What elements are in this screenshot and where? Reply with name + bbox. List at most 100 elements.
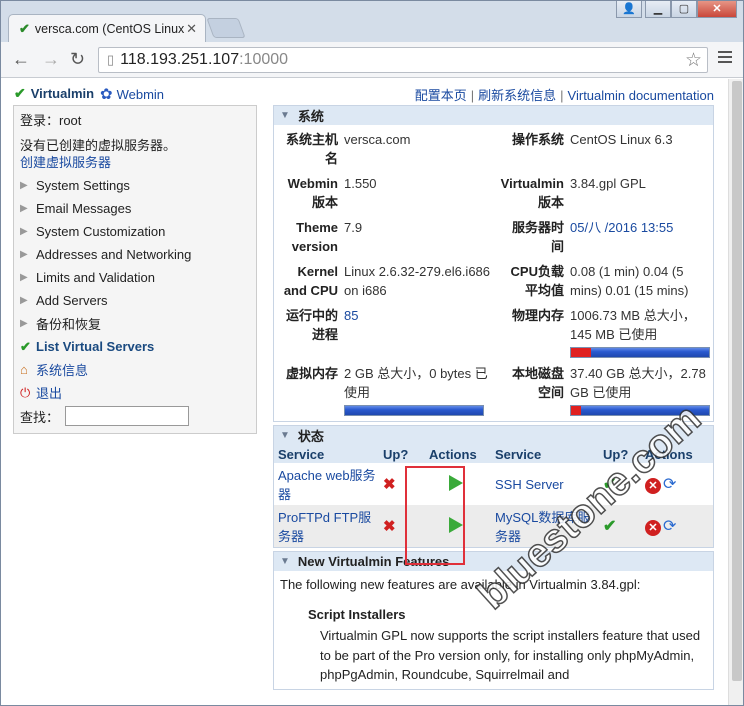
refresh-sysinfo-link[interactable]: 刷新系统信息 <box>478 88 556 103</box>
forward-arrow-icon[interactable]: → <box>42 50 60 68</box>
configure-page-link[interactable]: 配置本页 <box>415 88 467 103</box>
highlight-annotation <box>405 466 465 565</box>
menu-system-settings[interactable]: ▶ System Settings <box>20 174 250 197</box>
swap-usage-bar <box>344 405 484 416</box>
browser-menu-icon[interactable] <box>718 51 732 66</box>
collapse-triangle-icon: ▼ <box>280 556 290 567</box>
browser-titlebar: ✔ versca.com (CentOS Linux ✕ 👤 ▁ ▢ ✕ <box>0 0 744 42</box>
login-info: 登录：root <box>20 113 82 128</box>
page-icon: ▯ <box>107 52 115 67</box>
restart-icon[interactable]: ⟳ <box>663 516 676 536</box>
search-row: 查找： <box>20 406 250 426</box>
bookmark-star-icon[interactable]: ☆ <box>685 49 702 72</box>
menu-limits-validation[interactable]: ▶ Limits and Validation <box>20 266 250 289</box>
cpu-load-value: 0.08 (1 min) 0.04 (5 mins) 0.01 (15 mins… <box>570 264 689 298</box>
menu-label: List Virtual Servers <box>36 339 155 354</box>
chevron-right-icon: ▶ <box>20 318 28 329</box>
os-label: 操作系统 <box>511 132 564 147</box>
back-arrow-icon[interactable]: ← <box>12 50 30 68</box>
restart-icon[interactable]: ⟳ <box>663 474 676 494</box>
processes-link[interactable]: 85 <box>344 308 358 323</box>
search-label: 查找： <box>20 409 60 425</box>
server-time-value: 05/八 /2016 13:55 <box>566 215 714 259</box>
menu-label: Email Messages <box>36 201 132 216</box>
menu-system-customization[interactable]: ▶ System Customization <box>20 220 250 243</box>
service-cell: ProFTPd FTP服务器 <box>274 505 379 547</box>
menu-add-servers[interactable]: ▶ Add Servers <box>20 289 250 312</box>
webmin-version-value: 1.550 <box>344 176 377 191</box>
ssh-service-link[interactable]: SSH Server <box>495 477 564 492</box>
disk-text: 37.40 GB 总大小，2.78 GB 已使用 <box>570 366 706 400</box>
menu-addresses-networking[interactable]: ▶ Addresses and Networking <box>20 243 250 266</box>
minimize-button[interactable]: ▁ <box>645 0 671 18</box>
processes-value: 85 <box>340 303 498 361</box>
close-window-button[interactable]: ✕ <box>697 0 737 18</box>
cpu-load-label: CPU负载平均值 <box>510 264 564 298</box>
documentation-link[interactable]: Virtualmin documentation <box>568 88 714 103</box>
menu-label: Addresses and Networking <box>36 247 192 262</box>
page-scrollbar[interactable] <box>728 79 744 706</box>
stop-icon[interactable]: ✕ <box>645 520 661 536</box>
proftpd-service-link[interactable]: ProFTPd FTP服务器 <box>278 510 371 544</box>
memory-text: 1006.73 MB 总大小，145 MB 已使用 <box>570 308 696 342</box>
menu-label: 退出 <box>36 386 63 401</box>
memory-bar-fill <box>571 348 591 357</box>
memory-label: 物理内存 <box>511 308 564 323</box>
memory-value: 1006.73 MB 总大小，145 MB 已使用 <box>566 303 714 361</box>
virtualmin-check-icon: ✔ <box>14 85 26 101</box>
server-time-link[interactable]: 05/八 /2016 13:55 <box>570 220 673 235</box>
top-bar: ✔ Virtualmin ✿ Webmin 配置本页 | 刷新系统信息 | Virtua… <box>14 85 714 105</box>
table-row: ProFTPd FTP服务器 ✖ MySQL数据库服务器 ✔ ✕ ⟳ <box>274 505 713 547</box>
menu-email-messages[interactable]: ▶ Email Messages <box>20 197 250 220</box>
menu-label: Add Servers <box>36 293 108 308</box>
collapse-triangle-icon: ▼ <box>280 430 290 441</box>
reload-icon[interactable]: ↻ <box>70 50 85 68</box>
menu-backup-restore[interactable]: ▶ 备份和恢复 <box>20 312 250 335</box>
col-up: Up? <box>379 445 425 463</box>
main-panel: ▼ 系统 系统主机名 versca.com 操作系统 CentOS Linux 6… <box>273 105 714 706</box>
power-icon: ⏻ <box>20 384 31 400</box>
menu-label: System Settings <box>36 178 130 193</box>
theme-version-label: Theme version <box>291 220 338 254</box>
system-info-grid: 系统主机名 versca.com 操作系统 CentOS Linux 6.3 W… <box>274 125 713 421</box>
create-server-link[interactable]: 创建虚拟服务器 <box>20 155 111 170</box>
panel-title: 系统 <box>297 109 324 124</box>
panel-title: 状态 <box>297 429 324 444</box>
home-icon: ⌂ <box>20 362 28 377</box>
search-input[interactable] <box>65 406 190 426</box>
tab-close-icon[interactable]: ✕ <box>186 21 197 37</box>
new-tab-button[interactable] <box>206 18 246 38</box>
down-x-icon: ✖ <box>383 476 396 493</box>
system-panel-header[interactable]: ▼ 系统 <box>274 106 713 125</box>
maximize-button[interactable]: ▢ <box>671 0 697 18</box>
browser-tab[interactable]: ✔ versca.com (CentOS Linux ✕ <box>8 14 206 42</box>
webmin-version-label: Webmin 版本 <box>287 176 338 210</box>
chevron-right-icon: ▶ <box>20 203 28 214</box>
chevron-right-icon: ▶ <box>20 272 28 283</box>
kernel-value: Linux 2.6.32-279.el6.i686 on i686 <box>344 264 491 298</box>
address-bar[interactable]: ▯ 118.193.251.107:10000 ☆ <box>98 47 708 73</box>
col-service: Service <box>274 445 379 463</box>
top-links: 配置本页 | 刷新系统信息 | Virtualmin documentation <box>414 88 714 103</box>
scrollbar-thumb[interactable] <box>732 81 742 681</box>
apache-service-link[interactable]: Apache web服务器 <box>278 468 376 502</box>
virtualmin-brand[interactable]: ✔ Virtualmin <box>14 85 94 102</box>
features-text: Virtualmin GPL now supports the script i… <box>320 628 701 682</box>
webmin-cog-icon: ✿ <box>100 86 113 103</box>
hostname-label: 系统主机名 <box>285 132 338 166</box>
logout-link[interactable]: ⏻ 退出 <box>20 381 250 404</box>
url-port: :10000 <box>239 51 289 68</box>
swap-text: 2 GB 总大小，0 bytes 已使用 <box>344 366 488 400</box>
swap-label: 虚拟内存 <box>285 366 338 381</box>
sysinfo-link[interactable]: ⌂ 系统信息 <box>20 358 250 381</box>
chevron-right-icon: ▶ <box>20 295 28 306</box>
virtualmin-favicon-icon: ✔ <box>19 20 30 36</box>
user-profile-icon[interactable]: 👤 <box>616 0 642 18</box>
action-cell: ✕ ⟳ <box>641 505 713 547</box>
col-service: Service <box>491 445 599 463</box>
list-virtual-servers-link[interactable]: ✔ List Virtual Servers <box>20 335 250 358</box>
brand-label: Virtualmin <box>30 86 95 101</box>
server-time-label: 服务器时间 <box>511 220 564 254</box>
virtualmin-version-value: 3.84.gpl GPL <box>570 176 646 191</box>
webmin-link[interactable]: ✿ Webmin <box>100 85 164 103</box>
